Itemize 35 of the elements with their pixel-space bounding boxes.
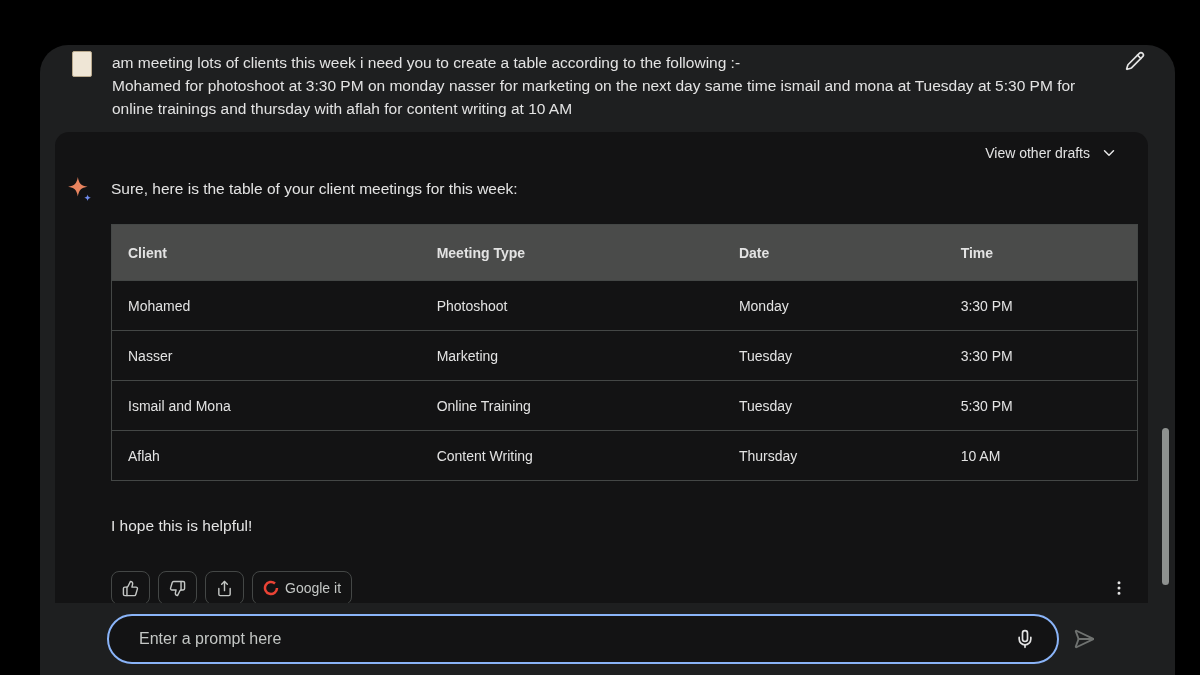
response-text: Sure, here is the table of your client meetings for this week: <box>111 180 518 198</box>
prompt-text: am meeting lots of clients this week i need you to create a table according to the following :- <box>112 53 742 73</box>
column-header: Client <box>111 224 421 281</box>
scrollbar[interactable] <box>1162 428 1169 585</box>
share-icon <box>216 579 233 597</box>
column-header: Time <box>944 224 1138 281</box>
table-cell: Photoshoot <box>420 280 723 331</box>
table-cell: 3:30 PM <box>944 280 1138 331</box>
table-cell: Tuesday <box>722 330 945 381</box>
table-cell: Mohamed <box>111 280 421 331</box>
send-icon[interactable] <box>1073 628 1095 650</box>
table-cell: 5:30 PM <box>944 380 1138 431</box>
table-cell: Online Training <box>420 380 723 431</box>
prompt-text: Mohamed for photoshoot at 3:30 PM on monday nasser for marketing on the next day same time ismail and mona at Tuesday at 5:30 PM for online trainings and thursday with aflah for content writing at 10 AM <box>112 76 1077 119</box>
column-header: Meeting Type <box>420 224 723 281</box>
prompt-field[interactable]: Enter a prompt here <box>137 629 1015 649</box>
table-cell: Ismail and Mona <box>111 380 421 431</box>
response-text: I hope this is helpful! <box>110 516 254 535</box>
table-cell: Monday <box>722 280 945 331</box>
table-cell: 10 AM <box>944 430 1138 481</box>
thumbs-up-icon <box>122 579 139 597</box>
edit-icon[interactable] <box>1125 51 1145 71</box>
table-cell: Tuesday <box>722 380 945 431</box>
sparkle-icon <box>67 176 93 202</box>
view-drafts-button[interactable]: View other drafts <box>985 144 1118 162</box>
table-cell: 3:30 PM <box>944 330 1138 381</box>
prompt-bar[interactable]: Enter a prompt here <box>107 614 1059 664</box>
table-cell: Aflah <box>111 430 421 481</box>
table-cell: Thursday <box>722 430 945 481</box>
table-cell: Nasser <box>111 330 421 381</box>
table-cell: Content Writing <box>420 430 723 481</box>
column-header: Date <box>722 224 945 281</box>
thumbs-down-icon <box>169 579 186 597</box>
mic-icon[interactable] <box>1015 629 1035 649</box>
table-cell: Marketing <box>420 330 723 381</box>
